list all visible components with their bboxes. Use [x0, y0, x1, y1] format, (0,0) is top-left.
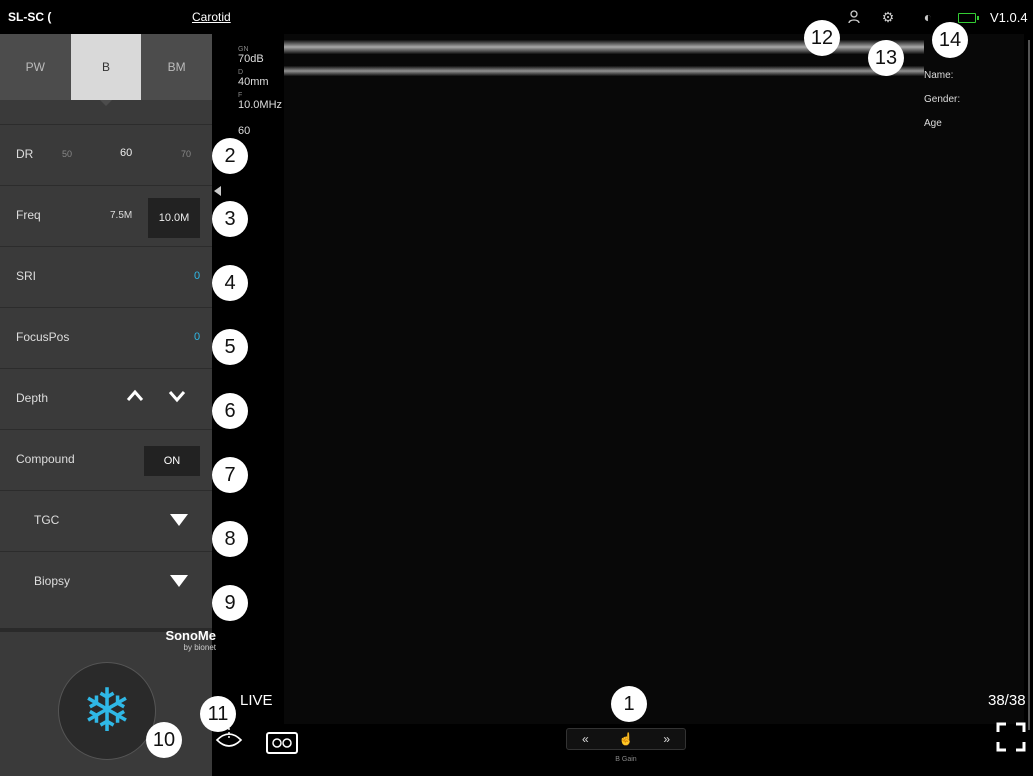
patient-name-label: Name:	[924, 70, 954, 81]
chevron-down-icon[interactable]	[168, 387, 186, 405]
freq-key: F	[238, 92, 243, 99]
callout-14: 14	[932, 22, 968, 58]
hand-icon: ☝	[618, 732, 634, 746]
freeze-button[interactable]: ❄	[58, 662, 156, 760]
callout-8: 8	[212, 521, 248, 557]
dr-row: DR 50 60 70	[0, 124, 212, 185]
biopsy-label: Biopsy	[34, 574, 71, 588]
depth-key: D	[238, 69, 244, 76]
depth-row: Depth	[0, 368, 212, 429]
dropdown-arrow-icon	[170, 514, 188, 526]
dr-option-60[interactable]: 60	[120, 147, 132, 159]
imaging-parameters: GN 70dB D 40mm F 10.0MHz 60	[238, 42, 298, 137]
dr-option-50[interactable]: 50	[62, 149, 72, 159]
gain-key: GN	[238, 46, 249, 53]
chevron-up-icon[interactable]	[126, 387, 144, 405]
sri-label: SRI	[16, 269, 37, 283]
depth-scale	[1028, 40, 1030, 730]
freq-option-10m[interactable]: 10.0M	[148, 198, 200, 238]
focus-value[interactable]: 0	[194, 331, 200, 343]
callout-2: 2	[212, 138, 248, 174]
snowflake-icon: ❄	[81, 677, 133, 744]
freq-row: Freq 7.5M 10.0M	[0, 185, 212, 246]
gain-control[interactable]: « ☝ »	[566, 728, 686, 750]
depth-value: 40mm	[238, 76, 269, 88]
mode-b[interactable]: B	[70, 34, 142, 100]
callout-4: 4	[212, 265, 248, 301]
patient-info: Name: Gender: Age	[924, 70, 960, 142]
focus-row: FocusPos 0	[0, 307, 212, 368]
freq-value: 10.0MHz	[238, 99, 283, 111]
brand-name: SonoMe	[165, 628, 216, 643]
gain-decrease-icon[interactable]: «	[582, 732, 589, 746]
gain-increase-icon[interactable]: »	[663, 732, 670, 746]
compound-row: Compound ON	[0, 429, 212, 490]
patient-gender-label: Gender:	[924, 94, 961, 105]
dr-value: 60	[238, 125, 251, 137]
callout-1: 1	[611, 686, 647, 722]
freq-option-7-5m[interactable]: 7.5M	[110, 210, 132, 221]
fullscreen-icon[interactable]	[996, 722, 1026, 752]
mode-caret	[100, 100, 112, 106]
callout-6: 6	[212, 393, 248, 429]
compound-label: Compound	[16, 452, 75, 466]
live-status: LIVE	[240, 692, 273, 709]
contrast-icon[interactable]: ◐	[920, 9, 936, 25]
panel-collapse-icon[interactable]	[214, 186, 221, 196]
ultrasound-screen: SL-SC ( Carotid ⚙ ◐ V1.0.4 GN 70dB D 40m…	[0, 0, 1033, 776]
sri-row: SRI 0	[0, 246, 212, 307]
callout-12: 12	[804, 20, 840, 56]
tgc-row[interactable]: TGC	[0, 490, 212, 551]
echo-band	[284, 66, 924, 76]
cine-loop-icon[interactable]	[266, 732, 298, 754]
focus-label: FocusPos	[16, 330, 70, 344]
mode-bm[interactable]: BM	[141, 34, 212, 100]
control-panel: PW B BM DR 50 60 70 Freq 7.5M 10.0M SRI …	[0, 34, 212, 628]
top-bar: SL-SC ( Carotid ⚙ ◐ V1.0.4	[0, 0, 1033, 34]
sri-value[interactable]: 0	[194, 270, 200, 282]
callout-10: 10	[146, 722, 182, 758]
dr-label: DR	[16, 147, 34, 161]
callout-7: 7	[212, 457, 248, 493]
brand-sub: by bionet	[183, 643, 216, 652]
gain-label: B Gain	[615, 756, 637, 763]
app-version: V1.0.4	[990, 10, 1028, 25]
gear-icon[interactable]: ⚙	[880, 9, 896, 25]
biopsy-row[interactable]: Biopsy	[0, 551, 212, 612]
tgc-label: TGC	[34, 513, 60, 527]
dropdown-arrow-icon	[170, 575, 188, 587]
user-icon[interactable]	[846, 9, 862, 25]
callout-13: 13	[868, 40, 904, 76]
depth-label: Depth	[16, 391, 49, 405]
brand-logo: SonoMe by bionet	[146, 628, 216, 652]
ultrasound-image[interactable]	[284, 34, 1024, 724]
mode-pw[interactable]: PW	[0, 34, 71, 100]
callout-5: 5	[212, 329, 248, 365]
probe-name[interactable]: SL-SC (	[8, 10, 51, 24]
gain-value: 70dB	[238, 53, 264, 65]
mode-selector: PW B BM	[0, 34, 212, 100]
battery-icon	[958, 13, 979, 23]
callout-9: 9	[212, 585, 248, 621]
callout-3: 3	[212, 201, 248, 237]
preset-name[interactable]: Carotid	[192, 10, 231, 24]
freq-label: Freq	[16, 208, 41, 222]
callout-11: 11	[200, 696, 236, 732]
frame-counter: 38/38	[988, 692, 1026, 709]
compound-toggle[interactable]: ON	[144, 446, 200, 476]
dr-option-70[interactable]: 70	[181, 149, 191, 159]
patient-age-label: Age	[924, 118, 942, 129]
